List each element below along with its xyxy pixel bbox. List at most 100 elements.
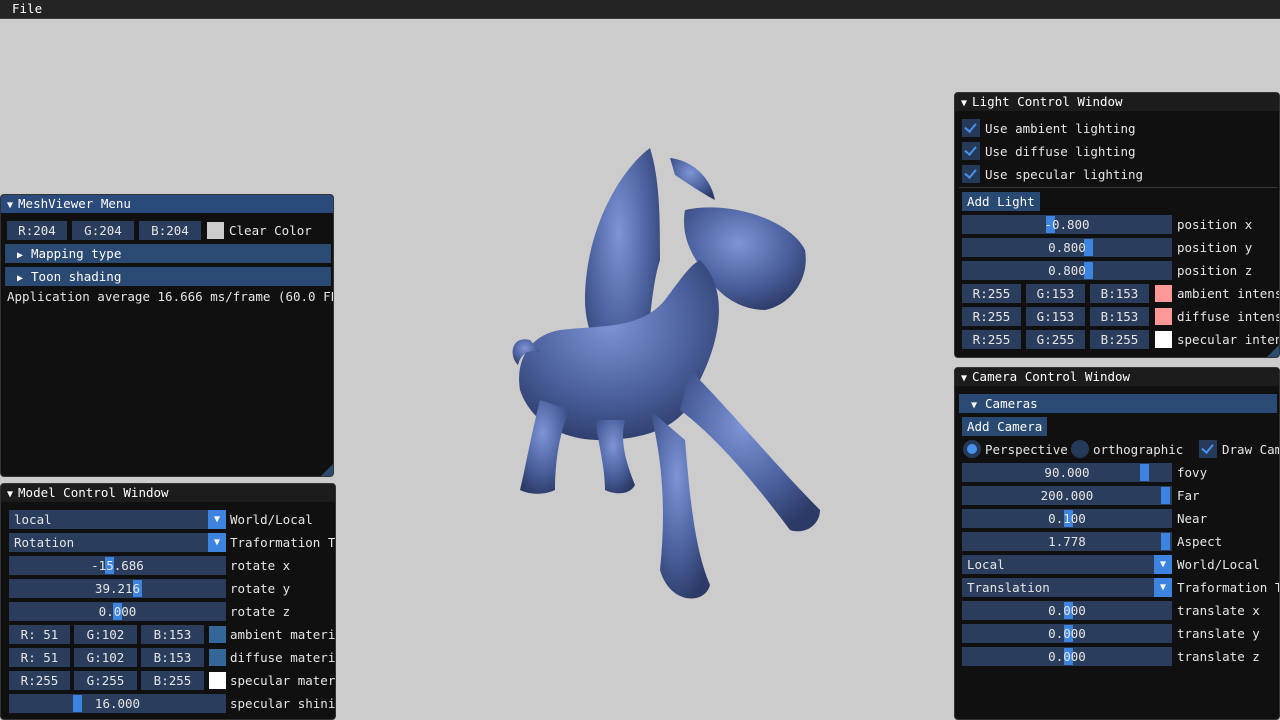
slider-value: 16.000 — [94, 696, 141, 711]
diffuse-material-b[interactable]: B:153 — [141, 648, 204, 667]
position-x-label: position x — [1177, 217, 1253, 232]
perspective-label: Perspective — [985, 442, 1068, 457]
world-local-value: local — [14, 512, 52, 527]
ambient-material-b[interactable]: B:153 — [141, 625, 204, 644]
ambient-intensity-g[interactable]: G:153 — [1026, 284, 1085, 303]
specular-intensity-g[interactable]: G:255 — [1026, 330, 1085, 349]
ambient-intensity-swatch[interactable] — [1155, 285, 1172, 302]
fovy-label: fovy — [1177, 465, 1208, 480]
specular-material-swatch[interactable] — [209, 672, 226, 689]
camera-control-window[interactable]: ▼ Camera Control Window ▼ Cameras Add Came… — [954, 367, 1280, 720]
specular-intensity-b[interactable]: B:255 — [1090, 330, 1149, 349]
menu-file[interactable]: File — [12, 1, 42, 17]
model-control-titlebar[interactable]: ▼ Model Control Window — [1, 484, 335, 502]
diffuse-material-swatch[interactable] — [209, 649, 226, 666]
slider-value: 0.800 — [1048, 263, 1086, 278]
collapse-arrow-icon[interactable]: ▼ — [961, 95, 967, 113]
use-diffuse-checkbox[interactable] — [962, 142, 980, 160]
translate-x-slider[interactable]: 0.000 — [962, 601, 1172, 620]
slider-grab[interactable] — [1161, 487, 1170, 504]
ambient-intensity-b[interactable]: B:153 — [1090, 284, 1149, 303]
specular-material-r[interactable]: R:255 — [9, 671, 70, 690]
aspect-slider[interactable]: 1.778 — [962, 532, 1172, 551]
diffuse-intensity-r[interactable]: R:255 — [962, 307, 1021, 326]
fovy-slider[interactable]: 90.000 — [962, 463, 1172, 482]
world-local-label: World/Local — [230, 512, 313, 527]
ambient-material-swatch[interactable] — [209, 626, 226, 643]
diffuse-intensity-g[interactable]: G:153 — [1026, 307, 1085, 326]
collapse-arrow-icon[interactable]: ▼ — [7, 486, 13, 504]
rotate-y-slider[interactable]: 39.216 — [9, 579, 226, 598]
dropdown-arrow-icon[interactable]: ▼ — [1154, 555, 1172, 574]
rotate-z-slider[interactable]: 0.000 — [9, 602, 226, 621]
far-label: Far — [1177, 488, 1200, 503]
cameras-label: Cameras — [985, 396, 1038, 411]
ambient-intensity-r[interactable]: R:255 — [962, 284, 1021, 303]
specular-material-b[interactable]: B:255 — [141, 671, 204, 690]
diffuse-intensity-b[interactable]: B:153 — [1090, 307, 1149, 326]
meshviewer-menu-window[interactable]: ▼ MeshViewer Menu R:204 G:204 B:204 Clear… — [0, 194, 334, 477]
window-title: Model Control Window — [18, 485, 169, 500]
model-control-window[interactable]: ▼ Model Control Window local ▼ World/Local… — [0, 483, 336, 720]
orthographic-radio[interactable] — [1071, 440, 1089, 458]
collapsed-arrow-icon: ▶ — [17, 273, 24, 284]
use-ambient-checkbox[interactable] — [962, 119, 980, 137]
ambient-intensity-label: ambient intens — [1177, 286, 1279, 301]
clear-color-swatch[interactable] — [207, 222, 224, 239]
draw-camera-checkbox[interactable] — [1199, 440, 1217, 458]
dropdown-arrow-icon[interactable]: ▼ — [1154, 578, 1172, 597]
camera-transformation-select[interactable]: Translation ▼ — [962, 578, 1172, 597]
translate-z-slider[interactable]: 0.000 — [962, 647, 1172, 666]
cameras-header[interactable]: ▼ Cameras — [959, 394, 1277, 413]
slider-value: -15.686 — [91, 558, 144, 573]
rotate-y-label: rotate y — [230, 581, 291, 596]
slider-grab[interactable] — [1140, 464, 1149, 481]
resize-grip[interactable] — [1267, 345, 1279, 357]
use-specular-checkbox[interactable] — [962, 165, 980, 183]
camera-world-local-label: World/Local — [1177, 557, 1260, 572]
toon-shading-header[interactable]: ▶ Toon shading — [5, 267, 331, 286]
griffin-mesh-model[interactable] — [500, 140, 830, 610]
position-y-slider[interactable]: 0.800 — [962, 238, 1172, 257]
ambient-material-r[interactable]: R: 51 — [9, 625, 70, 644]
collapse-arrow-icon[interactable]: ▼ — [7, 197, 13, 215]
resize-grip[interactable] — [321, 464, 333, 476]
specular-intensity-swatch[interactable] — [1155, 331, 1172, 348]
slider-grab[interactable] — [1161, 533, 1170, 550]
translate-y-slider[interactable]: 0.000 — [962, 624, 1172, 643]
slider-grab[interactable] — [73, 695, 82, 712]
clear-color-b[interactable]: B:204 — [139, 221, 201, 240]
dropdown-arrow-icon[interactable]: ▼ — [208, 510, 226, 529]
transformation-type-select[interactable]: Rotation ▼ — [9, 533, 226, 552]
far-slider[interactable]: 200.000 — [962, 486, 1172, 505]
clear-color-g[interactable]: G:204 — [72, 221, 134, 240]
world-local-select[interactable]: local ▼ — [9, 510, 226, 529]
specular-intensity-r[interactable]: R:255 — [962, 330, 1021, 349]
light-control-titlebar[interactable]: ▼ Light Control Window — [955, 93, 1279, 111]
ambient-material-g[interactable]: G:102 — [74, 625, 137, 644]
diffuse-material-r[interactable]: R: 51 — [9, 648, 70, 667]
diffuse-intensity-swatch[interactable] — [1155, 308, 1172, 325]
rotate-x-slider[interactable]: -15.686 — [9, 556, 226, 575]
meshviewer-menu-titlebar[interactable]: ▼ MeshViewer Menu — [1, 195, 333, 213]
slider-value: 0.100 — [1048, 511, 1086, 526]
toon-shading-label: Toon shading — [31, 269, 122, 284]
position-z-slider[interactable]: 0.800 — [962, 261, 1172, 280]
add-light-button[interactable]: Add Light — [962, 192, 1040, 211]
add-camera-button[interactable]: Add Camera — [962, 417, 1048, 436]
collapse-arrow-icon[interactable]: ▼ — [961, 370, 967, 388]
clear-color-r[interactable]: R:204 — [7, 221, 67, 240]
specular-shininess-slider[interactable]: 16.000 — [9, 694, 226, 713]
slider-value: 200.000 — [1040, 488, 1094, 503]
diffuse-material-g[interactable]: G:102 — [74, 648, 137, 667]
near-slider[interactable]: 0.100 — [962, 509, 1172, 528]
dropdown-arrow-icon[interactable]: ▼ — [208, 533, 226, 552]
mapping-type-header[interactable]: ▶ Mapping type — [5, 244, 331, 263]
specular-material-g[interactable]: G:255 — [74, 671, 137, 690]
light-control-window[interactable]: ▼ Light Control Window Use ambient lighti… — [954, 92, 1280, 358]
position-x-slider[interactable]: -0.800 — [962, 215, 1172, 234]
camera-world-local-select[interactable]: Local ▼ — [962, 555, 1172, 574]
mapping-type-label: Mapping type — [31, 246, 122, 261]
perspective-radio[interactable] — [963, 440, 981, 458]
camera-control-titlebar[interactable]: ▼ Camera Control Window — [955, 368, 1279, 386]
